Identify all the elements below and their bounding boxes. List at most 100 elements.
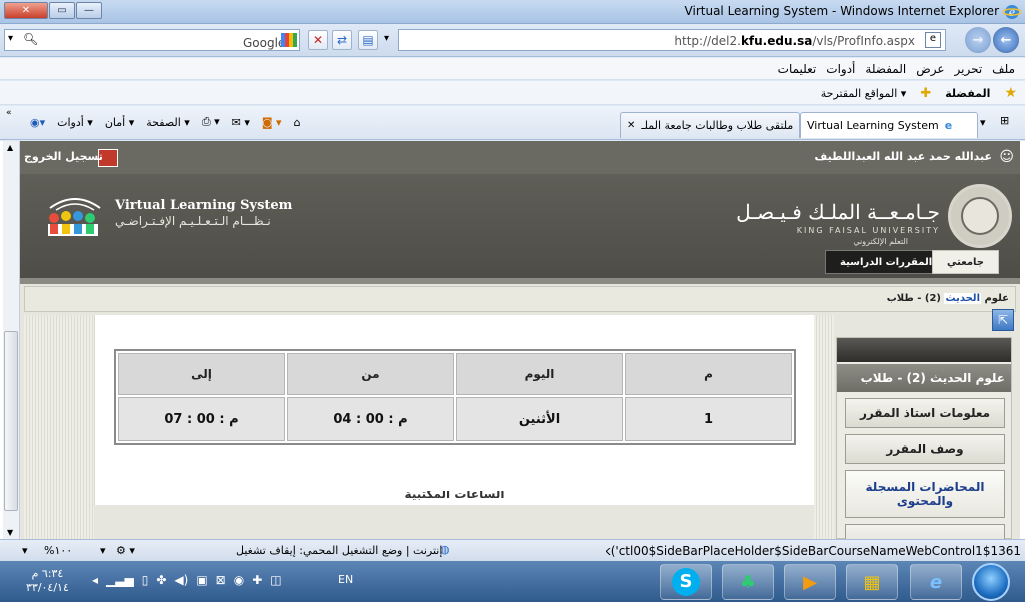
scroll-down-icon[interactable]: ▼: [7, 528, 13, 537]
tools-label: أدوات: [57, 115, 84, 129]
nav-my-university-button[interactable]: جامعتي: [932, 250, 999, 274]
address-input[interactable]: http://del2.kfu.edu.sa/vls/ProfInfo.aspx…: [398, 29, 946, 51]
sidebar-item-instructor-info[interactable]: معلومات استاذ المقرر: [845, 398, 1005, 428]
course-sidebar: علوم الحديث (2) - طلاب معلومات استاذ الم…: [836, 337, 1012, 539]
sidebar-course-title: علوم الحديث (2) - طلاب: [837, 364, 1011, 392]
print-icon[interactable]: ⎙ ▾: [202, 115, 220, 129]
page-menu-button[interactable]: الصفحة ▾: [146, 116, 190, 129]
favorites-items: ★ المفضلة ✚ المواقع المقترحة ▾: [821, 85, 1017, 101]
search-icon[interactable]: 🔍︎: [23, 32, 38, 46]
network-icon[interactable]: ✤: [156, 573, 166, 587]
zoom-menu-icon[interactable]: ▾: [22, 544, 28, 557]
menu-items: ملف تحرير عرض المفضلة أدوات تعليمات: [778, 62, 1015, 76]
university-name-en: KING FAISAL UNIVERSITY: [796, 226, 940, 235]
office-hours-table: إلى من اليوم م م : 00 : 07 م : 00 : 04 ا…: [114, 349, 796, 445]
forward-button[interactable]: →: [965, 27, 991, 53]
favorites-button[interactable]: المفضلة: [945, 87, 990, 100]
search-input[interactable]: ▾ 🔍︎ Google: [4, 29, 300, 51]
sidebar-item-course-description[interactable]: وصف المقرر: [845, 434, 1005, 464]
taskbar-ie[interactable]: e: [910, 564, 962, 600]
search-dropdown-icon[interactable]: ▾: [8, 33, 13, 44]
user-name: عبدالله حمد عبد الله العبداللطيف: [814, 150, 992, 163]
menu-favorites[interactable]: المفضلة: [865, 62, 906, 76]
home-icon[interactable]: ⌂: [294, 116, 301, 129]
window-title: Virtual Learning System - Windows Intern…: [684, 4, 999, 18]
display-icon[interactable]: ▣: [196, 573, 207, 587]
taskbar-messenger[interactable]: ♣: [722, 564, 774, 600]
menu-help[interactable]: تعليمات: [778, 62, 817, 76]
sidebar-item-recorded-lectures[interactable]: المحاضرات المسجلة والمحتوى: [845, 470, 1005, 518]
compat-view-button[interactable]: ▤: [358, 30, 378, 50]
tab-vls[interactable]: Virtual Learning System e: [800, 112, 978, 138]
safety-label: أمان: [104, 115, 126, 129]
menu-edit[interactable]: تحرير: [955, 62, 983, 76]
safety-menu-button[interactable]: أمان ▾: [105, 116, 134, 129]
cell-to: م : 00 : 07: [118, 397, 285, 441]
popout-icon[interactable]: ⇱: [992, 309, 1014, 331]
media-icon[interactable]: ◉: [234, 573, 244, 587]
header-day: اليوم: [456, 353, 623, 395]
input-language[interactable]: EN: [338, 573, 353, 586]
tab-forum[interactable]: ✕ ملتقى طلاب وطالبات جامعة الملـ...: [620, 112, 800, 138]
start-button[interactable]: [972, 563, 1010, 601]
quick-tabs-icon[interactable]: ⊞: [1000, 114, 1009, 127]
taskbar-skype[interactable]: S: [660, 564, 712, 600]
window-controls: ✕ ▭ —: [4, 2, 103, 19]
page-label: الصفحة: [146, 115, 181, 129]
signal-icon[interactable]: ▁▃▅: [106, 573, 134, 587]
vertical-scrollbar[interactable]: ▲ ▼: [3, 141, 20, 539]
banner-strip: [20, 278, 1020, 284]
sidebar-item-next[interactable]: [845, 524, 1005, 539]
menu-view[interactable]: عرض: [916, 62, 944, 76]
update-icon[interactable]: ✚: [252, 573, 262, 587]
scroll-up-icon[interactable]: ▲: [7, 143, 13, 152]
zoom-level[interactable]: %١٠٠: [44, 544, 72, 557]
scrollbar-thumb[interactable]: [4, 331, 18, 511]
breadcrumb-suffix: (2) - طلاب: [886, 293, 945, 304]
security-icon[interactable]: ⚙ ▾: [116, 544, 135, 557]
shield-icon[interactable]: ⊠: [216, 573, 226, 587]
tab-list-icon[interactable]: ▾: [980, 116, 986, 129]
table-header-row: إلى من اليوم م: [118, 353, 792, 395]
tray-arrow-icon[interactable]: ◂: [92, 573, 98, 587]
logout-link[interactable]: تسجيل الخروج: [24, 150, 103, 163]
favorites-star-icon[interactable]: ★: [1004, 85, 1017, 101]
section-title: الساعات المكتبية: [404, 487, 505, 501]
back-button[interactable]: ←: [993, 27, 1019, 53]
mail-icon[interactable]: ✉ ▾: [232, 116, 250, 129]
refresh-button[interactable]: ⇄: [332, 30, 352, 50]
add-favorite-icon[interactable]: ✚: [920, 86, 931, 101]
maximize-button[interactable]: ▭: [49, 2, 75, 19]
taskbar-media-player[interactable]: ▶: [784, 564, 836, 600]
close-button[interactable]: ✕: [4, 2, 48, 19]
suggested-sites-link[interactable]: المواقع المقترحة ▾: [821, 87, 907, 100]
taskbar-explorer[interactable]: ▦: [846, 564, 898, 600]
menu-tools[interactable]: أدوات: [826, 62, 855, 76]
chevron-icon[interactable]: «: [6, 108, 12, 118]
tools-menu-button[interactable]: أدوات ▾: [57, 116, 93, 129]
help-icon[interactable]: ◉▾: [30, 116, 45, 129]
tray-clock[interactable]: ٦:٣٤ م ٣٣/٠٤/١٤: [26, 567, 69, 595]
address-dropdown-icon[interactable]: ▾: [384, 33, 389, 44]
stop-button[interactable]: ✕: [308, 30, 328, 50]
svg-text:e: e: [1009, 6, 1016, 19]
taskbar: ٦:٣٤ م ٣٣/٠٤/١٤ ◂ ▁▃▅ ▯ ✤ ◀) ▣ ⊠ ◉ ✚ ◫ E…: [0, 561, 1025, 602]
nav-courses-button[interactable]: المقررات الدراسية: [825, 250, 948, 274]
minimize-button[interactable]: —: [76, 2, 102, 19]
vls-logo-icon: [48, 198, 101, 236]
breadcrumb-bar: علوم الحديث (2) - طلاب: [24, 286, 1016, 312]
volume-icon[interactable]: ◀): [174, 573, 188, 587]
university-seal-icon: [948, 184, 1012, 248]
tray-time: ٦:٣٤ م: [31, 567, 64, 580]
battery-icon[interactable]: ▯: [142, 573, 149, 587]
address-url: http://del2.kfu.edu.sa/vls/ProfInfo.aspx: [674, 34, 915, 48]
tab-close-icon[interactable]: ✕: [627, 120, 635, 131]
status-bar: javascript:__doPostBack('ctl00$SideBarPl…: [0, 539, 1025, 561]
feeds-icon[interactable]: ◙ ▾: [262, 116, 282, 129]
zoom-dropdown-icon[interactable]: ▾: [100, 544, 106, 557]
page-icon: e: [925, 32, 941, 48]
messenger-icon[interactable]: ◫: [270, 573, 281, 587]
right-pattern: [814, 315, 834, 539]
header-to: إلى: [118, 353, 285, 395]
menu-file[interactable]: ملف: [992, 62, 1015, 76]
